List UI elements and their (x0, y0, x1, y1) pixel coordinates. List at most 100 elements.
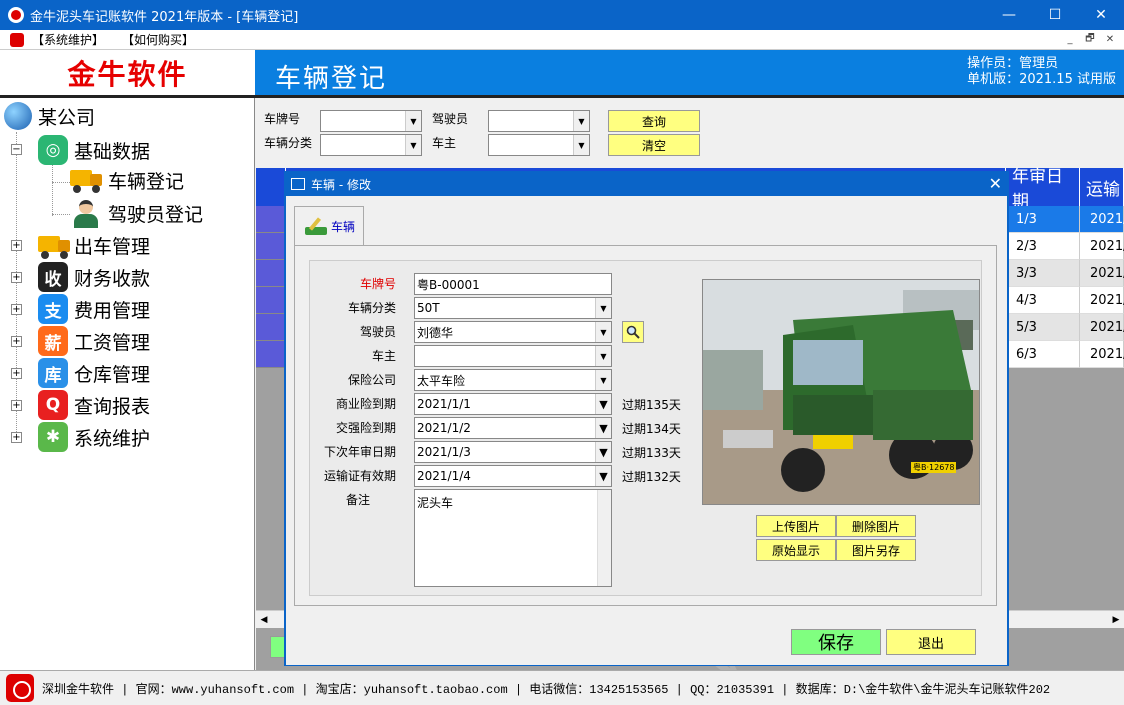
operator-label: 操作员：管理员 (967, 56, 1059, 71)
driver-filter-combo[interactable]: ▼ (488, 110, 590, 132)
tree-item-label: 出车管理 (74, 235, 151, 258)
original-size-button[interactable]: 原始显示 (756, 539, 836, 561)
vehicle-photo: 粤B·12678 (702, 279, 980, 505)
insurer-select[interactable]: 太平车险 ▼ (414, 369, 612, 391)
grid-icon: ◎ (38, 135, 68, 165)
remark-label: 备注 (345, 493, 370, 507)
row-selector[interactable] (256, 314, 286, 341)
compulsory-insurance-date[interactable]: 2021/1/2 ▼ (414, 417, 612, 439)
table-cell[interactable]: 6/3 (1006, 341, 1080, 368)
plate-filter-combo[interactable]: ▼ (320, 110, 422, 132)
brand-logo-text: 金牛软件 (67, 57, 188, 91)
tree-expander-basic-data[interactable]: − (11, 144, 22, 155)
menu-system-maintenance[interactable]: 【系统维护】 (32, 31, 104, 48)
tree-expander-expense[interactable]: + (11, 304, 22, 315)
chevron-down-icon: ▼ (595, 298, 611, 318)
remark-value: 泥头车 (417, 496, 454, 510)
plate-input[interactable]: 粤B-00001 (414, 273, 612, 295)
mdi-minimize-button[interactable]: _ (1062, 32, 1078, 46)
table-cell[interactable]: 2021/ (1080, 287, 1124, 314)
tree-root-label: 某公司 (38, 106, 96, 129)
table-header-transport[interactable]: 运输 (1080, 168, 1124, 206)
scroll-left-icon[interactable]: ◀ (256, 611, 272, 628)
commercial-expired-label: 过期135天 (622, 398, 681, 412)
owner-select[interactable]: ▼ (414, 345, 612, 367)
table-header-inspection[interactable]: 年审日期 (1006, 167, 1080, 212)
table-cell[interactable]: 1/3 (1006, 206, 1080, 233)
table-cell[interactable]: 2/3 (1006, 233, 1080, 260)
tree-item-warehouse[interactable]: 库 仓库管理 (38, 358, 150, 388)
chevron-down-icon: ▼ (595, 346, 611, 366)
tree-item-system[interactable]: ✱ 系统维护 (38, 422, 150, 452)
category-select[interactable]: 50T ▼ (414, 297, 612, 319)
globe-icon (4, 102, 32, 130)
tree-item-basic-data[interactable]: ◎ 基础数据 (38, 135, 150, 165)
tree-item-finance[interactable]: 收 财务收款 (38, 262, 150, 292)
table-cell[interactable]: 4/3 (1006, 287, 1080, 314)
tree-item-vehicle-register[interactable]: 车辆登记 (70, 166, 184, 194)
close-button[interactable]: ✕ (1078, 0, 1124, 30)
dialog-close-button[interactable]: ✕ (989, 174, 1002, 193)
row-selector[interactable] (256, 206, 286, 233)
scroll-right-icon[interactable]: ▶ (1108, 611, 1124, 628)
remark-textarea[interactable]: 泥头车 (414, 489, 612, 587)
driver-label: 驾驶员 (359, 325, 396, 339)
mdi-controls: _ 🗗 ✕ (1062, 32, 1118, 46)
tree-item-driver-register[interactable]: 驾驶员登记 (70, 198, 203, 228)
tree-item-dispatch[interactable]: 出车管理 (38, 230, 150, 260)
driver-search-button[interactable] (622, 321, 644, 343)
inspection-label: 下次年审日期 (323, 445, 396, 459)
owner-label: 车主 (371, 349, 396, 363)
tree-item-label: 费用管理 (74, 299, 151, 322)
transport-permit-date[interactable]: 2021/1/4 ▼ (414, 465, 612, 487)
tree-expander-warehouse[interactable]: + (11, 368, 22, 379)
commercial-insurance-date[interactable]: 2021/1/1 ▼ (414, 393, 612, 415)
table-cell[interactable]: 5/3 (1006, 314, 1080, 341)
photo-plate-label: 粤B·12678 (911, 462, 957, 473)
mdi-restore-button[interactable]: 🗗 (1082, 32, 1098, 46)
dialog-titlebar: 车辆 - 修改 (285, 172, 1008, 196)
tree-expander-dispatch[interactable]: + (11, 240, 22, 251)
vertical-scrollbar[interactable] (597, 490, 611, 586)
table-cell[interactable]: 2021/ (1080, 314, 1124, 341)
tab-vehicle[interactable]: 车辆 (294, 206, 364, 246)
menu-how-to-buy[interactable]: 【如何购买】 (122, 31, 194, 48)
exit-button[interactable]: 退出 (886, 629, 976, 655)
row-selector[interactable] (256, 341, 286, 368)
delete-image-button[interactable]: 删除图片 (836, 515, 916, 537)
category-label: 车辆分类 (347, 301, 396, 315)
table-cell[interactable]: 2021/ (1080, 233, 1124, 260)
inspection-date[interactable]: 2021/1/3 ▼ (414, 441, 612, 463)
save-image-as-button[interactable]: 图片另存 (836, 539, 916, 561)
save-button[interactable]: 保存 (791, 629, 881, 655)
tree-item-salary[interactable]: 薪 工资管理 (38, 326, 150, 356)
category-filter-combo[interactable]: ▼ (320, 134, 422, 156)
plate-label: 车牌号 (359, 277, 396, 291)
row-selector[interactable] (256, 260, 286, 287)
upload-image-button[interactable]: 上传图片 (756, 515, 836, 537)
maximize-button[interactable]: ☐ (1032, 0, 1078, 30)
inspection-expired-label: 过期133天 (622, 446, 681, 460)
tree-root[interactable]: 某公司 (4, 102, 95, 130)
table-cell[interactable]: 2021/ (1080, 341, 1124, 368)
gear-icon: ✱ (38, 422, 68, 452)
clear-button[interactable]: 清空 (608, 134, 700, 156)
row-selector[interactable] (256, 233, 286, 260)
tree-item-label: 工资管理 (74, 331, 151, 354)
tree-expander-report[interactable]: + (11, 400, 22, 411)
page-header: 车辆登记 操作员：管理员 单机版：2021.15 试用版 (255, 50, 1124, 98)
mdi-close-button[interactable]: ✕ (1102, 32, 1118, 46)
tree-item-expense[interactable]: 支 费用管理 (38, 294, 150, 324)
table-cell[interactable]: 2021/ (1080, 260, 1124, 287)
tree-expander-system[interactable]: + (11, 432, 22, 443)
tree-item-report[interactable]: Q 查询报表 (38, 390, 150, 420)
tree-expander-finance[interactable]: + (11, 272, 22, 283)
query-button[interactable]: 查询 (608, 110, 700, 132)
minimize-button[interactable]: — (986, 0, 1032, 30)
table-cell[interactable]: 3/3 (1006, 260, 1080, 287)
tree-expander-salary[interactable]: + (11, 336, 22, 347)
table-cell[interactable]: 2021/ (1080, 206, 1124, 233)
driver-select[interactable]: 刘德华 ▼ (414, 321, 612, 343)
row-selector[interactable] (256, 287, 286, 314)
owner-filter-combo[interactable]: ▼ (488, 134, 590, 156)
